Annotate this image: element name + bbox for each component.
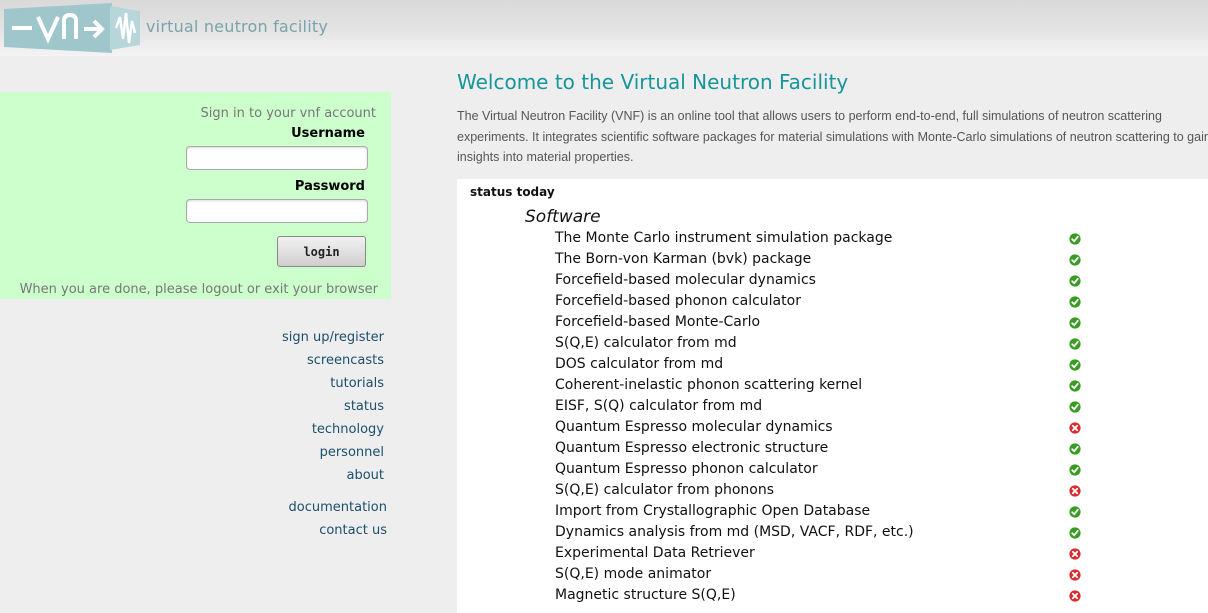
status-item-name: Forcefield-based Monte-Carlo — [555, 314, 761, 330]
nav-screencasts[interactable]: screencasts — [307, 353, 384, 368]
login-panel: Sign in to your vnf account Username Pas… — [0, 92, 391, 299]
nav-technology[interactable]: technology — [312, 422, 384, 437]
x-circle-icon — [1069, 590, 1081, 602]
nav-sign-up[interactable]: sign up/register — [282, 330, 384, 345]
status-item-name: Experimental Data Retriever — [555, 545, 755, 561]
x-circle-icon — [1069, 485, 1081, 497]
nav-status[interactable]: status — [344, 399, 384, 414]
software-heading: Software — [525, 207, 601, 227]
check-circle-icon — [1069, 443, 1081, 455]
status-row: Quantum Espresso molecular dynamics — [457, 418, 1208, 439]
site-name: virtual neutron facility — [146, 17, 328, 36]
status-item-name: DOS calculator from md — [555, 356, 724, 372]
status-row: The Monte Carlo instrument simulation pa… — [457, 229, 1208, 250]
status-item-name: S(Q,E) calculator from md — [555, 335, 737, 351]
status-item-name: Import from Crystallographic Open Databa… — [555, 503, 871, 519]
status-row: Experimental Data Retriever — [457, 544, 1208, 565]
status-list: The Monte Carlo instrument simulation pa… — [457, 229, 1208, 607]
check-circle-icon — [1069, 464, 1081, 476]
status-row: DOS calculator from md — [457, 355, 1208, 376]
status-item-name: The Born-von Karman (bvk) package — [555, 251, 812, 267]
status-row: EISF, S(Q) calculator from md — [457, 397, 1208, 418]
status-row: Quantum Espresso electronic structure — [457, 439, 1208, 460]
page-title: Welcome to the Virtual Neutron Facility — [457, 70, 849, 94]
status-item-name: S(Q,E) calculator from phonons — [555, 482, 775, 498]
login-button[interactable]: login — [277, 236, 366, 267]
nav-about[interactable]: about — [346, 468, 384, 483]
logo-graphic — [4, 3, 140, 53]
check-circle-icon — [1069, 254, 1081, 266]
status-panel: status today Software The Monte Carlo in… — [457, 179, 1208, 613]
status-item-name: Quantum Espresso phonon calculator — [555, 461, 818, 477]
status-row: Forcefield-based Monte-Carlo — [457, 313, 1208, 334]
username-input[interactable] — [186, 146, 368, 170]
x-circle-icon — [1069, 569, 1081, 581]
status-item-name: S(Q,E) mode animator — [555, 566, 712, 582]
check-circle-icon — [1069, 527, 1081, 539]
status-row: S(Q,E) mode animator — [457, 565, 1208, 586]
logout-note: When you are done, please logout or exit… — [19, 282, 378, 297]
check-circle-icon — [1069, 233, 1081, 245]
status-row: Coherent-inelastic phonon scattering ker… — [457, 376, 1208, 397]
nav-personnel[interactable]: personnel — [320, 445, 384, 460]
x-circle-icon — [1069, 422, 1081, 434]
check-circle-icon — [1069, 380, 1081, 392]
status-item-name: Quantum Espresso electronic structure — [555, 440, 829, 456]
status-row: Forcefield-based molecular dynamics — [457, 271, 1208, 292]
password-label: Password — [294, 179, 365, 194]
status-item-name: Coherent-inelastic phonon scattering ker… — [555, 377, 863, 393]
header: virtual neutron facility — [0, 0, 1208, 56]
username-label: Username — [291, 126, 365, 141]
status-row: Forcefield-based phonon calculator — [457, 292, 1208, 313]
status-item-name: EISF, S(Q) calculator from md — [555, 398, 763, 414]
status-row: Import from Crystallographic Open Databa… — [457, 502, 1208, 523]
password-input[interactable] — [186, 199, 368, 223]
status-item-name: Forcefield-based molecular dynamics — [555, 272, 816, 288]
login-prompt: Sign in to your vnf account — [200, 106, 376, 121]
check-circle-icon — [1069, 317, 1081, 329]
check-circle-icon — [1069, 506, 1081, 518]
nav-tutorials[interactable]: tutorials — [330, 376, 384, 391]
status-row: The Born-von Karman (bvk) package — [457, 250, 1208, 271]
status-row: S(Q,E) calculator from phonons — [457, 481, 1208, 502]
status-row: Quantum Espresso phonon calculator — [457, 460, 1208, 481]
status-item-name: Forcefield-based phonon calculator — [555, 293, 801, 309]
status-title: status today — [470, 185, 555, 199]
check-circle-icon — [1069, 359, 1081, 371]
check-circle-icon — [1069, 296, 1081, 308]
nav-documentation[interactable]: documentation — [289, 500, 387, 515]
status-row: Magnetic structure S(Q,E) — [457, 586, 1208, 607]
nav-contact[interactable]: contact us — [319, 523, 387, 538]
x-circle-icon — [1069, 548, 1081, 560]
vnf-logo[interactable] — [4, 3, 140, 53]
check-circle-icon — [1069, 275, 1081, 287]
status-row: S(Q,E) calculator from md — [457, 334, 1208, 355]
intro-paragraph: The Virtual Neutron Facility (VNF) is an… — [457, 109, 1208, 164]
check-circle-icon — [1069, 401, 1081, 413]
status-item-name: Dynamics analysis from md (MSD, VACF, RD… — [555, 524, 914, 540]
status-item-name: Magnetic structure S(Q,E) — [555, 587, 736, 603]
check-circle-icon — [1069, 338, 1081, 350]
status-row: Dynamics analysis from md (MSD, VACF, RD… — [457, 523, 1208, 544]
status-item-name: Quantum Espresso molecular dynamics — [555, 419, 833, 435]
status-item-name: The Monte Carlo instrument simulation pa… — [555, 230, 893, 246]
